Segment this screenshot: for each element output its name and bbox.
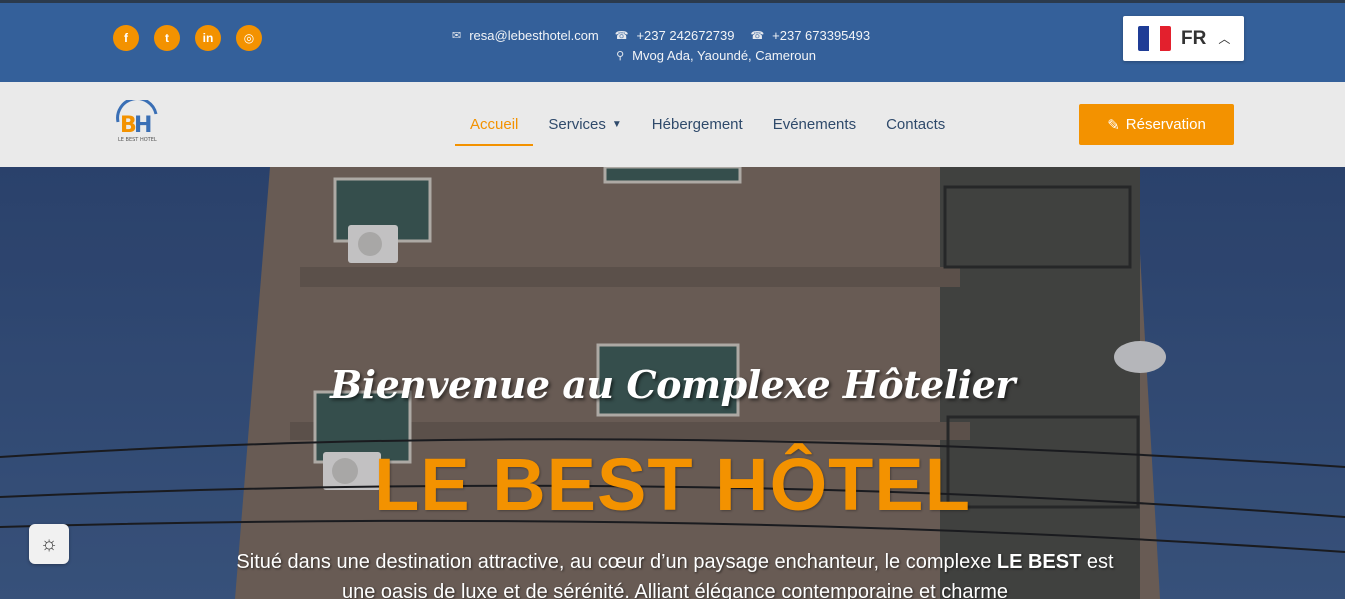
nav-item-accueil[interactable]: Accueil (455, 104, 534, 146)
address-text: Mvog Ada, Yaoundé, Cameroun (632, 47, 816, 63)
social-links: f t in ◎ (113, 25, 262, 51)
hero-description: Situé dans une destination attractive, a… (236, 551, 1114, 599)
twitter-icon[interactable]: t (154, 25, 180, 51)
language-selector[interactable]: FR ︿ (1123, 16, 1244, 61)
reservation-button[interactable]: ✎ Réservation (1079, 104, 1234, 145)
hero-welcome-text: Bienvenue au Complexe Hôtelier (330, 362, 1015, 407)
top-bar: f t in ◎ ✉ resa@lebesthotel.com ☎ +237 242… (0, 0, 1345, 82)
phone-icon: ☎ (750, 29, 765, 42)
sun-icon: ☼ (39, 532, 59, 555)
email-link[interactable]: resa@lebesthotel.com (469, 28, 599, 43)
edit-icon: ✎ (1107, 116, 1120, 134)
contact-info: ✉ resa@lebesthotel.com ☎ +237 242672739 ☎ +… (452, 25, 870, 65)
map-pin-icon: ⚲ (616, 49, 625, 62)
phone-icon: ☎ (614, 29, 629, 42)
nav-item-evenements[interactable]: Evénements (758, 104, 871, 146)
linkedin-icon[interactable]: in (195, 25, 221, 51)
phone-link-1[interactable]: +237 242672739 (636, 28, 734, 43)
email-icon: ✉ (452, 29, 462, 42)
chevron-up-icon: ︿ (1218, 32, 1231, 46)
main-navigation: B H LE BEST HOTEL Accueil Services ▼ Hébe… (0, 82, 1345, 167)
dark-mode-toggle[interactable]: ☼ (29, 524, 69, 564)
nav-item-contacts[interactable]: Contacts (871, 104, 960, 146)
chevron-down-icon: ▼ (611, 119, 622, 130)
phone-link-2[interactable]: +237 673395493 (772, 28, 870, 43)
svg-text:H: H (134, 113, 152, 138)
language-code: FR (1181, 27, 1207, 49)
nav-item-hebergement[interactable]: Hébergement (637, 104, 758, 146)
hero-hotel-name: LE BEST HÔTEL (374, 443, 971, 526)
nav-menu: Accueil Services ▼ Hébergement Evénements… (455, 104, 960, 146)
france-flag-icon (1138, 26, 1171, 51)
instagram-icon[interactable]: ◎ (236, 25, 262, 51)
hotel-logo[interactable]: B H LE BEST HOTEL (114, 97, 160, 146)
svg-text:LE BEST HOTEL: LE BEST HOTEL (118, 137, 157, 143)
facebook-icon[interactable]: f (113, 25, 139, 51)
nav-item-services[interactable]: Services ▼ (533, 104, 636, 146)
